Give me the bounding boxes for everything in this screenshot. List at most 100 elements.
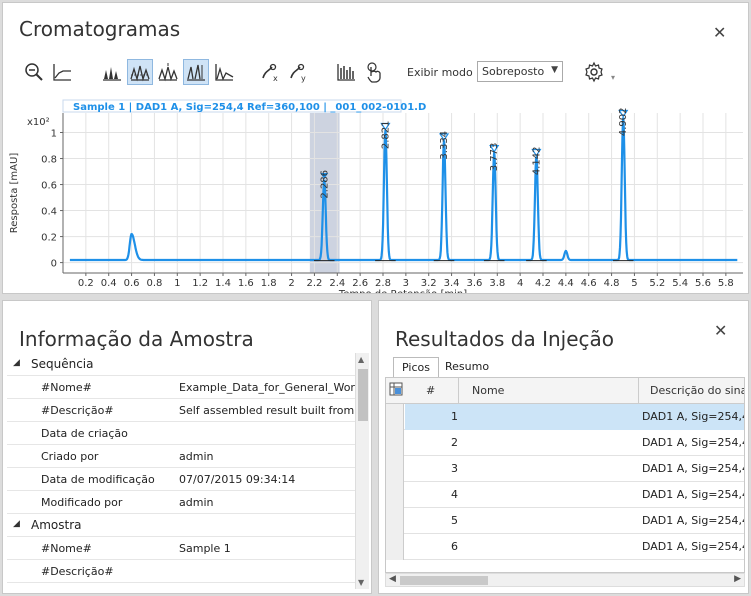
- y-axis-label: Resposta [mAU]: [9, 153, 20, 234]
- row-selector[interactable]: [386, 456, 404, 482]
- table-row[interactable]: 1 DAD1 A, Sig=254,4 R: [386, 404, 744, 430]
- column-header-name[interactable]: Nome: [472, 384, 504, 397]
- peaks-labeled-icon[interactable]: [155, 59, 181, 85]
- peaks-overlay-icon[interactable]: [127, 59, 153, 85]
- property-row[interactable]: Modificado por admin: [7, 491, 359, 514]
- scroll-thumb[interactable]: [358, 369, 368, 421]
- x-tick-label: 1.4: [215, 278, 231, 289]
- table-row[interactable]: 5 DAD1 A, Sig=254,4 R: [386, 508, 745, 534]
- table-row[interactable]: 3 DAD1 A, Sig=254,4 R: [386, 456, 745, 482]
- panel-title: Cromatogramas: [19, 17, 181, 41]
- row-selector[interactable]: [386, 534, 404, 560]
- tab-resumo[interactable]: Resumo: [437, 357, 497, 377]
- row-selector[interactable]: [386, 404, 404, 430]
- cell-num: 2: [451, 436, 458, 449]
- property-row[interactable]: Criado por admin: [7, 445, 359, 468]
- peaks-stacked-icon[interactable]: [99, 59, 125, 85]
- row-selector[interactable]: [386, 430, 404, 456]
- tree-group-row[interactable]: ◢ Amostra: [7, 514, 359, 537]
- x-tick-label: 2.6: [352, 278, 368, 289]
- svg-text:x: x: [273, 74, 278, 83]
- scroll-up-icon[interactable]: ▲: [358, 355, 364, 364]
- tab-picos[interactable]: Picos: [393, 357, 439, 377]
- cell-description: DAD1 A, Sig=254,4 R: [642, 488, 745, 501]
- column-header-description[interactable]: Descrição do sina: [650, 384, 744, 397]
- chevron-down-icon[interactable]: ▾: [611, 73, 615, 82]
- x-tick-label: 3.4: [444, 278, 460, 289]
- property-row[interactable]: Data de criação: [7, 422, 359, 445]
- horizontal-scrollbar[interactable]: ◀ ▶: [385, 573, 745, 587]
- x-tick-label: 3: [403, 278, 409, 289]
- close-icon[interactable]: ✕: [713, 23, 726, 42]
- property-row[interactable]: #Nome# Example_Data_for_General_Wor: [7, 376, 359, 399]
- peaks-table: # Nome Descrição do sina 1 DAD1 A, Sig=25…: [385, 377, 745, 573]
- view-mode-select[interactable]: Sobreposto ▼: [477, 61, 563, 82]
- scroll-left-icon[interactable]: ◀: [389, 574, 396, 584]
- x-tick-label: 2.4: [329, 278, 345, 289]
- y-tick-label: 0.6: [41, 181, 57, 192]
- scroll-right-icon[interactable]: ▶: [734, 574, 741, 584]
- chromatograms-panel: Cromatogramas ✕ x y Exibir modo Sobrepos…: [2, 2, 749, 294]
- tree-group-row[interactable]: ◢ Sequência: [7, 353, 359, 376]
- peaks-slope-icon[interactable]: [211, 59, 237, 85]
- x-tick-label: 5.4: [672, 278, 688, 289]
- column-chooser-icon[interactable]: [389, 382, 403, 399]
- x-tick-label: 1.8: [261, 278, 277, 289]
- table-row[interactable]: 6 DAD1 A, Sig=254,4 R: [386, 534, 745, 560]
- bar-chart-icon[interactable]: [333, 59, 359, 85]
- table-header: # Nome Descrição do sina: [386, 378, 744, 404]
- x-tick-label: 0.8: [146, 278, 162, 289]
- signal-trace[interactable]: [69, 117, 738, 262]
- gear-icon[interactable]: [581, 59, 607, 85]
- group-label: Sequência: [31, 357, 94, 371]
- hand-touch-icon[interactable]: [361, 59, 387, 85]
- cell-description: DAD1 A, Sig=254,4 R: [642, 540, 745, 553]
- sample-info-tree: ◢ Sequência #Nome# Example_Data_for_General…: [7, 353, 359, 583]
- y-tick-label: 1: [51, 129, 57, 140]
- scroll-down-icon[interactable]: ▼: [358, 578, 364, 587]
- x-tick-label: 3.6: [466, 278, 482, 289]
- peaks-integrated-icon[interactable]: [183, 59, 209, 85]
- peak-label: 2.821: [380, 121, 391, 150]
- close-icon[interactable]: ✕: [714, 321, 727, 340]
- vertical-scrollbar[interactable]: ▲ ▼: [355, 353, 369, 589]
- row-selector[interactable]: [386, 482, 404, 508]
- peak-label: 3.773: [489, 143, 500, 172]
- property-row[interactable]: #Descrição# Self assembled result built f…: [7, 399, 359, 422]
- collapse-triangle-icon[interactable]: ◢: [13, 358, 20, 368]
- row-selector[interactable]: [386, 508, 404, 534]
- property-key: Modificado por: [41, 496, 123, 509]
- baseline-icon[interactable]: [49, 59, 75, 85]
- collapse-triangle-icon[interactable]: ◢: [13, 519, 20, 529]
- x-tick-label: 4.4: [558, 278, 574, 289]
- cell-description: DAD1 A, Sig=254,4 R: [642, 462, 745, 475]
- y-tick-label: 0: [51, 259, 57, 270]
- table-row[interactable]: 4 DAD1 A, Sig=254,4 R: [386, 482, 745, 508]
- property-row[interactable]: #Nome# Sample 1: [7, 537, 359, 560]
- chromatogram-chart[interactable]: Sample 1 | DAD1 A, Sig=254,4 Ref=360,100…: [3, 97, 749, 294]
- table-row[interactable]: 2 DAD1 A, Sig=254,4 R: [386, 430, 744, 456]
- x-tick-label: 2.2: [306, 278, 322, 289]
- y-tick-label: 0.8: [41, 155, 57, 166]
- scroll-thumb[interactable]: [400, 576, 488, 585]
- zoom-out-icon[interactable]: [21, 59, 47, 85]
- column-header-num[interactable]: #: [426, 384, 435, 397]
- property-row[interactable]: Data de modificação 07/07/2015 09:34:14: [7, 468, 359, 491]
- x-tick-label: 5.8: [718, 278, 734, 289]
- x-tick-label: 4.2: [535, 278, 551, 289]
- x-tick-label: 4: [517, 278, 523, 289]
- injection-results-panel: Resultados da Injeção ✕ Picos Resumo # N…: [378, 300, 749, 594]
- y-tick-label: 0.4: [41, 207, 57, 218]
- remove-y-icon[interactable]: y: [285, 59, 311, 85]
- peak-label: 4.142: [531, 147, 542, 176]
- x-tick-label: 2.8: [375, 278, 391, 289]
- group-label: Amostra: [31, 518, 82, 532]
- remove-x-icon[interactable]: x: [257, 59, 283, 85]
- cell-description: DAD1 A, Sig=254,4 R: [642, 514, 745, 527]
- cell-num: 6: [451, 540, 458, 553]
- y-tick-label: 0.2: [41, 233, 57, 244]
- property-key: Data de criação: [41, 427, 128, 440]
- property-row[interactable]: #Descrição#: [7, 560, 359, 583]
- property-key: #Descrição#: [41, 565, 114, 578]
- chromatogram-toolbar: x y Exibir modo Sobreposto ▼ ▾: [17, 59, 717, 87]
